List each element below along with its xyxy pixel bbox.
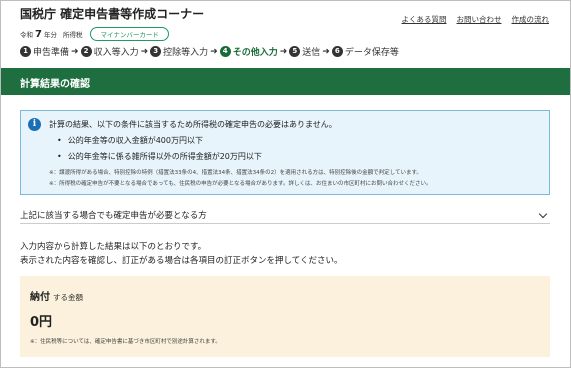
- step-label: 控除等入力: [163, 48, 209, 58]
- step-label: データ保存等: [344, 48, 399, 58]
- payment-amount: 0円: [30, 315, 53, 330]
- arrow-right-icon: ➜: [279, 46, 288, 57]
- app-title: 国税庁 確定申告書等作成コーナー: [20, 7, 205, 21]
- step-number: 2: [80, 46, 92, 57]
- payment-box: 納付 する金額 0円 ※：住民税等については、確定申告書に基づき市区町村で別途計算…: [20, 276, 550, 357]
- contact-link[interactable]: お問い合わせ: [457, 14, 502, 25]
- payment-note: ※：住民税等については、確定申告書に基づき市区町村で別途計算されます。: [30, 339, 221, 345]
- step-label: その他入力: [232, 48, 278, 58]
- arrow-right-icon: ➜: [322, 46, 330, 57]
- step-5: 5 送信: [289, 45, 320, 58]
- condition-item: 公的年金等の収入金額が400万円以下: [57, 135, 203, 146]
- condition-item: 公的年金等に係る雑所得以外の所得金額が20万円以下: [57, 151, 262, 162]
- chevron-down-icon[interactable]: [538, 209, 548, 219]
- payment-title-sub: する金額: [53, 293, 83, 302]
- info-note: ※：所得税の確定申告が不要となる場合であっても、住民税の申告が必要となる場合があ…: [49, 181, 432, 187]
- section-header-bar: 計算結果の確認: [1, 68, 570, 95]
- description-line: 入力内容から計算した結果は以下のとおりです。: [20, 242, 207, 252]
- step-1: 1 申告準備: [20, 45, 69, 58]
- description-line: 表示された内容を確認し、訂正がある場合は各項目の訂正ボタンを押してください。: [20, 256, 343, 266]
- info-icon: i: [28, 118, 41, 131]
- filing-required-accordion[interactable]: 上記に該当する場合でも確定申告が必要となる方: [20, 205, 550, 224]
- step-2: 2 収入等入力: [80, 45, 139, 58]
- step-4-current: 4 その他入力: [219, 45, 278, 58]
- step-number: 4: [219, 46, 231, 57]
- top-links: よくある質問 お問い合わせ 作成の流れ: [402, 14, 550, 25]
- year-suffix: 年分: [43, 31, 57, 39]
- accordion-label: 上記に該当する場合でも確定申告が必要となる方: [20, 211, 207, 221]
- tax-type: 所得税: [62, 31, 83, 39]
- info-message: 計算の結果、以下の条件に該当するため所得税の確定申告の必要はありません。: [49, 120, 337, 129]
- header: 国税庁 確定申告書等作成コーナー 令和 7 年分 所得税 マイナンバーカード: [20, 5, 204, 41]
- payment-title-strong: 納付: [30, 292, 50, 303]
- step-label: 収入等入力: [93, 48, 139, 58]
- progress-steps: 1 申告準備 ➜ 2 収入等入力 ➜ 3 控除等入力 ➜ 4 その他入力 ➜ 5 送信 ➜…: [20, 45, 399, 58]
- info-note: ※：譲渡所得がある場合、特別控除の特例（措置法33条の4、措置法34条、措置法3…: [49, 170, 422, 176]
- faq-link[interactable]: よくある質問: [402, 14, 447, 25]
- era-label: 令和: [20, 31, 33, 39]
- step-label: 申告準備: [33, 48, 70, 58]
- flow-link[interactable]: 作成の流れ: [512, 14, 550, 25]
- step-number: 3: [150, 46, 162, 57]
- step-6: 6 データ保存等: [331, 45, 399, 58]
- arrow-right-icon: ➜: [210, 46, 218, 57]
- mynumber-card-badge: マイナンバーカード: [90, 27, 169, 41]
- payment-title: 納付 する金額: [30, 288, 83, 303]
- info-box: i 計算の結果、以下の条件に該当するため所得税の確定申告の必要はありません。 公…: [20, 110, 550, 195]
- arrow-right-icon: ➜: [140, 46, 149, 57]
- step-number: 1: [20, 46, 31, 57]
- step-label: 送信: [302, 48, 321, 58]
- arrow-right-icon: ➜: [71, 46, 79, 57]
- tax-year: 7: [35, 28, 42, 40]
- section-title: 計算結果の確認: [20, 79, 90, 90]
- step-3: 3 控除等入力: [150, 45, 208, 58]
- tax-year-line: 令和 7 年分 所得税 マイナンバーカード: [20, 27, 204, 41]
- step-number: 6: [331, 46, 343, 57]
- step-number: 5: [289, 46, 301, 57]
